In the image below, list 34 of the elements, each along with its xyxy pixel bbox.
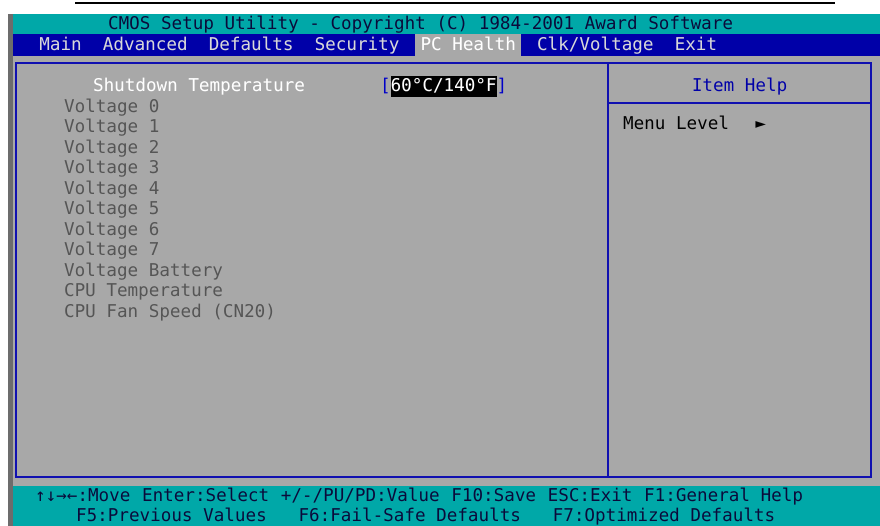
menu-level-label: Menu Level — [623, 114, 729, 134]
key-hint: F5:Previous Values — [76, 506, 267, 526]
help-title: Item Help — [692, 76, 788, 96]
bracket: ] — [496, 76, 508, 96]
key-hint: Enter:Select — [142, 486, 270, 506]
setting-label: Shutdown Temperature — [92, 76, 306, 96]
setting-label: Voltage 3 — [63, 158, 160, 178]
setting-label: Voltage 0 — [63, 96, 160, 117]
window-title: CMOS Setup Utility - Copyright (C) 1984-2001 Award Software — [108, 14, 733, 34]
setting-label: Voltage 4 — [63, 178, 160, 199]
setting-label: Voltage 6 — [63, 220, 160, 240]
setting-label: Voltage 7 — [63, 240, 160, 260]
key-hint: ESC:Exit — [548, 486, 632, 506]
setting-label: CPU Fan Speed (CN20) — [63, 302, 277, 322]
setting-label: Voltage Battery — [63, 260, 224, 281]
key-hint: F7:Optimized Defaults — [552, 506, 776, 526]
menu-tab[interactable]: Main — [34, 34, 87, 56]
menu-tab[interactable]: Exit — [669, 34, 722, 56]
key-hint: F6:Fail-Safe Defaults — [298, 506, 521, 526]
setting-label: Voltage 1 — [63, 117, 160, 138]
setting-value[interactable]: 60°C/140°F — [390, 76, 497, 96]
key-hint: F10:Save — [451, 486, 536, 506]
setting-label: Voltage 2 — [63, 138, 160, 158]
menu-tab[interactable]: Defaults — [203, 34, 299, 56]
key-hint: ↑↓→←:Move — [35, 486, 130, 506]
key-hint: F1:General Help — [644, 486, 803, 506]
menu-level-marker: ► — [755, 114, 766, 134]
setting-label: Voltage 5 — [63, 199, 160, 220]
bracket: [ — [380, 76, 391, 96]
key-hint: +/-/PU/PD:Value — [280, 486, 440, 506]
setting-label: CPU Temperature — [63, 281, 224, 302]
menu-tab[interactable]: Advanced — [98, 34, 193, 56]
menu-tab[interactable]: Security — [309, 34, 405, 56]
menu-tab[interactable]: Clk/Voltage — [532, 34, 659, 56]
